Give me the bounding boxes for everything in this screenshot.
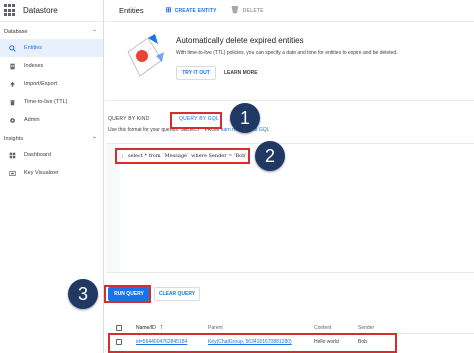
sidebar-item-label: Dashboard [24, 152, 51, 158]
sidebar-item-import-export[interactable]: Import/Export [0, 75, 103, 93]
sort-ascending-icon: ↑ [159, 324, 164, 331]
create-entity-button[interactable]: ⊞ CREATE ENTITY [166, 7, 217, 14]
section-header-label: Database [4, 29, 28, 35]
key-visualizer-icon [9, 170, 16, 177]
sidebar-item-entities[interactable]: Entities [0, 39, 103, 57]
plus-box-icon: ⊞ [165, 7, 172, 14]
header-sender: Sender [358, 324, 375, 331]
banner-description: With time-to-live (TTL) policies, you ca… [176, 50, 398, 56]
sidebar-item-label: Indexes [24, 63, 44, 69]
tab-query-by-kind[interactable]: QUERY BY KIND [108, 116, 150, 122]
chevron-up-icon: ⌃ [91, 29, 97, 36]
section-header-database[interactable]: Database ⌃ [0, 25, 103, 39]
trash-icon: 🗑 [230, 7, 240, 14]
header-name-id-label: Name/ID [136, 324, 156, 331]
create-entity-label: CREATE ENTITY [174, 7, 217, 14]
header-name-id[interactable]: Name/ID ↑ [136, 322, 163, 333]
delete-button[interactable]: 🗑 DELETE [231, 7, 264, 14]
ttl-banner: Automatically delete expired entities Wi… [118, 28, 472, 90]
trash-icon [9, 99, 16, 106]
app-root: Datastore Database ⌃ Entities Indexes Im… [0, 0, 474, 353]
clear-query-button[interactable]: CLEAR QUERY [154, 287, 200, 301]
select-all-cell[interactable] [116, 322, 122, 333]
step-badge-1: 1 [230, 103, 260, 133]
banner-title: Automatically delete expired entities [176, 36, 304, 45]
sidebar-item-ttl[interactable]: Time-to-live (TTL) [0, 93, 103, 111]
sidebar-item-label: Admin [24, 117, 40, 123]
search-icon [9, 44, 16, 52]
document-icon [9, 63, 16, 70]
sidebar-item-label: Time-to-live (TTL) [24, 99, 68, 105]
sidebar-header: Datastore [0, 0, 103, 22]
sidebar-item-label: Import/Export [24, 81, 58, 87]
step-badge-3: 3 [68, 279, 98, 309]
step-badge-2: 2 [255, 141, 285, 171]
annotation-box-result-row [108, 333, 397, 353]
sidebar-item-dashboard[interactable]: Dashboard [0, 146, 103, 164]
sidebar-item-key-visualizer[interactable]: Key Visualizer [0, 164, 103, 182]
sidebar-item-admin[interactable]: Admin [0, 111, 103, 129]
header-parent: Parent [208, 324, 223, 331]
datastore-logo-icon [4, 4, 17, 17]
annotation-box-query [115, 148, 250, 164]
top-bar: Entities ⊞ CREATE ENTITY 🗑 DELETE [105, 0, 474, 22]
sidebar-item-label: Key Visualizer [24, 170, 59, 176]
product-title: Datastore [23, 6, 58, 15]
annotation-box-gql-tab [170, 112, 222, 129]
upload-icon [9, 81, 16, 88]
dashboard-icon [9, 152, 16, 159]
learn-more-button[interactable]: LEARN MORE [224, 66, 258, 80]
section-header-label: Insights [4, 136, 23, 142]
page-title: Entities [119, 6, 144, 15]
section-header-insights[interactable]: Insights ⌃ [0, 132, 103, 146]
sidebar-item-label: Entities [24, 45, 43, 51]
annotation-box-run [104, 285, 151, 303]
divider [105, 100, 474, 101]
select-all-checkbox[interactable] [116, 324, 122, 331]
try-it-out-button[interactable]: TRY IT OUT [176, 66, 216, 80]
sidebar-item-indexes[interactable]: Indexes [0, 57, 103, 75]
ttl-illustration [127, 34, 164, 77]
gear-icon [9, 117, 16, 124]
header-content: Content [314, 324, 332, 331]
delete-label: DELETE [242, 7, 264, 14]
chevron-up-icon: ⌃ [91, 136, 97, 143]
